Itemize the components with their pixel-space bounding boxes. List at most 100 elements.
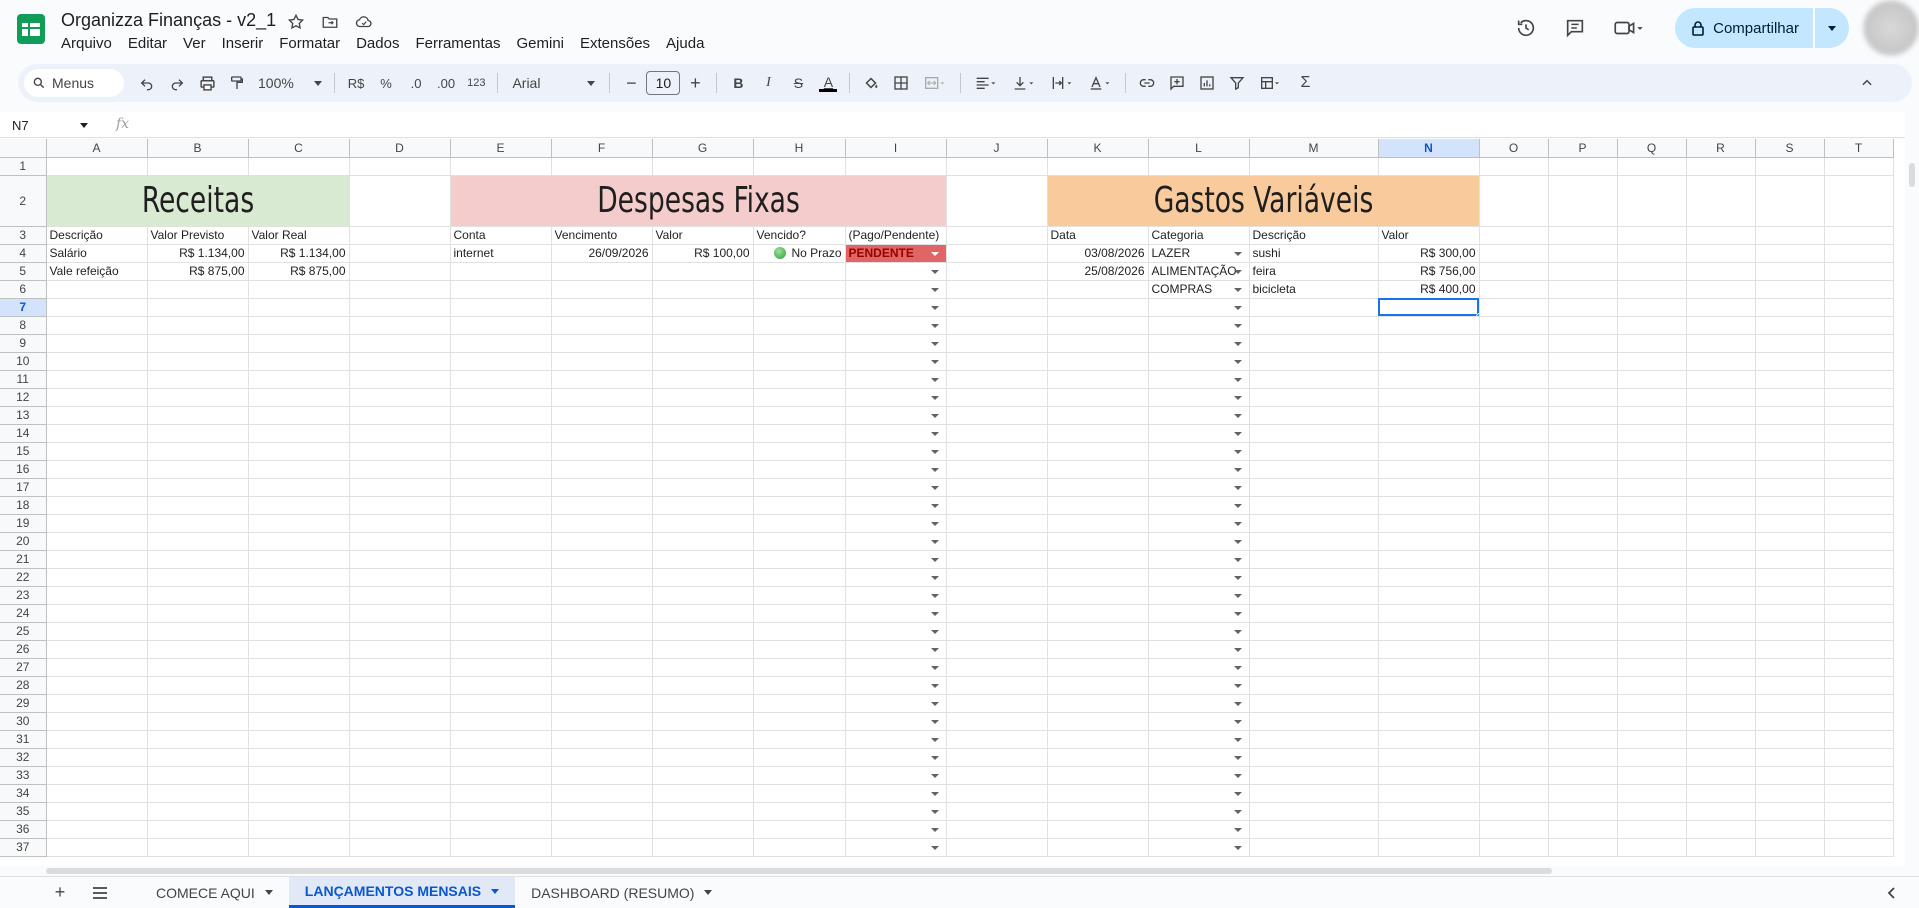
cell[interactable]: [1249, 658, 1379, 677]
status-dropdown[interactable]: [845, 550, 947, 569]
cell[interactable]: [147, 712, 249, 731]
cell[interactable]: [1617, 532, 1687, 551]
cell[interactable]: [1548, 802, 1618, 821]
cell[interactable]: [1378, 370, 1480, 389]
cell[interactable]: [1617, 550, 1687, 569]
cell[interactable]: [1479, 658, 1549, 677]
cell[interactable]: [1047, 658, 1149, 677]
cell[interactable]: [248, 622, 350, 641]
status-dropdown[interactable]: [845, 802, 947, 821]
cell[interactable]: [946, 802, 1048, 821]
cell[interactable]: [1249, 784, 1379, 803]
cell[interactable]: [46, 157, 148, 176]
cell[interactable]: [349, 298, 451, 317]
cell[interactable]: [551, 262, 653, 281]
italic-button[interactable]: I: [755, 69, 781, 97]
avatar[interactable]: [1863, 0, 1919, 56]
cell[interactable]: [349, 496, 451, 515]
cell[interactable]: [248, 442, 350, 461]
category-dropdown[interactable]: [1148, 676, 1250, 695]
cell[interactable]: [753, 532, 846, 551]
cell[interactable]: [1617, 820, 1687, 839]
cell[interactable]: R$ 400,00: [1378, 280, 1480, 299]
cell[interactable]: [147, 532, 249, 551]
status-dropdown[interactable]: [845, 586, 947, 605]
cell[interactable]: [1548, 424, 1618, 443]
cell[interactable]: [946, 262, 1048, 281]
cell[interactable]: [551, 820, 653, 839]
redo-icon[interactable]: [164, 69, 190, 97]
cell[interactable]: Valor: [1378, 226, 1480, 245]
menu-dados[interactable]: Dados: [348, 33, 407, 54]
status-dropdown[interactable]: [845, 262, 947, 281]
cell[interactable]: [1824, 730, 1894, 749]
cell[interactable]: [946, 838, 1048, 857]
cell[interactable]: [753, 604, 846, 623]
cell[interactable]: [450, 280, 552, 299]
cell[interactable]: [1755, 802, 1825, 821]
filter-views-icon[interactable]: [1254, 69, 1288, 97]
text-rotation-icon[interactable]: [1083, 69, 1117, 97]
cell[interactable]: [1686, 496, 1756, 515]
row-header[interactable]: 28: [0, 676, 47, 695]
cell[interactable]: [551, 532, 653, 551]
cell[interactable]: [1378, 442, 1480, 461]
cell[interactable]: [1047, 640, 1149, 659]
cell[interactable]: [1047, 730, 1149, 749]
cell[interactable]: [551, 442, 653, 461]
cell[interactable]: [946, 442, 1048, 461]
cell[interactable]: [946, 622, 1048, 641]
tab-lancamentos-mensais[interactable]: LANÇAMENTOS MENSAIS: [288, 877, 516, 908]
cell[interactable]: [551, 658, 653, 677]
cell[interactable]: [1378, 157, 1480, 176]
cell[interactable]: [1378, 388, 1480, 407]
comments-icon[interactable]: [1555, 8, 1595, 48]
cell[interactable]: [46, 406, 148, 425]
cell[interactable]: [349, 370, 451, 389]
cell[interactable]: [349, 514, 451, 533]
cell[interactable]: [1617, 262, 1687, 281]
cell[interactable]: [1824, 568, 1894, 587]
column-header[interactable]: P: [1548, 139, 1618, 158]
cell[interactable]: [349, 424, 451, 443]
cell[interactable]: [1378, 496, 1480, 515]
cell[interactable]: [946, 730, 1048, 749]
cell[interactable]: [349, 157, 451, 176]
cell[interactable]: R$ 100,00: [652, 244, 754, 263]
cell[interactable]: [1378, 730, 1480, 749]
cell[interactable]: [1249, 586, 1379, 605]
cell[interactable]: [753, 334, 846, 353]
cell[interactable]: [1686, 157, 1756, 176]
cell[interactable]: [1548, 658, 1618, 677]
cell[interactable]: 25/08/2026: [1047, 262, 1149, 281]
cell[interactable]: Categoria: [1148, 226, 1250, 245]
cell[interactable]: [349, 586, 451, 605]
cell[interactable]: [753, 388, 846, 407]
font-size-input[interactable]: 10: [646, 71, 681, 95]
cell[interactable]: [1548, 532, 1618, 551]
cell[interactable]: [248, 766, 350, 785]
cell[interactable]: [1378, 352, 1480, 371]
cell[interactable]: [1479, 334, 1549, 353]
cell[interactable]: [1047, 694, 1149, 713]
cell[interactable]: [147, 406, 249, 425]
category-dropdown[interactable]: [1148, 586, 1250, 605]
cell[interactable]: [248, 694, 350, 713]
cell[interactable]: [753, 478, 846, 497]
status-dropdown[interactable]: [845, 820, 947, 839]
cell[interactable]: [349, 748, 451, 767]
despesas-title-cell[interactable]: Despesas Fixas: [450, 175, 947, 227]
cell[interactable]: [46, 694, 148, 713]
column-header[interactable]: M: [1249, 139, 1379, 158]
cell[interactable]: [1686, 676, 1756, 695]
font-select[interactable]: Arial: [506, 69, 601, 97]
cell[interactable]: [1047, 514, 1149, 533]
cell[interactable]: [753, 748, 846, 767]
cell[interactable]: [652, 568, 754, 587]
cell[interactable]: [147, 784, 249, 803]
cell[interactable]: [753, 802, 846, 821]
status-dropdown[interactable]: [845, 352, 947, 371]
cell[interactable]: [46, 820, 148, 839]
strikethrough-button[interactable]: S: [785, 69, 811, 97]
row-header[interactable]: 9: [0, 334, 47, 353]
